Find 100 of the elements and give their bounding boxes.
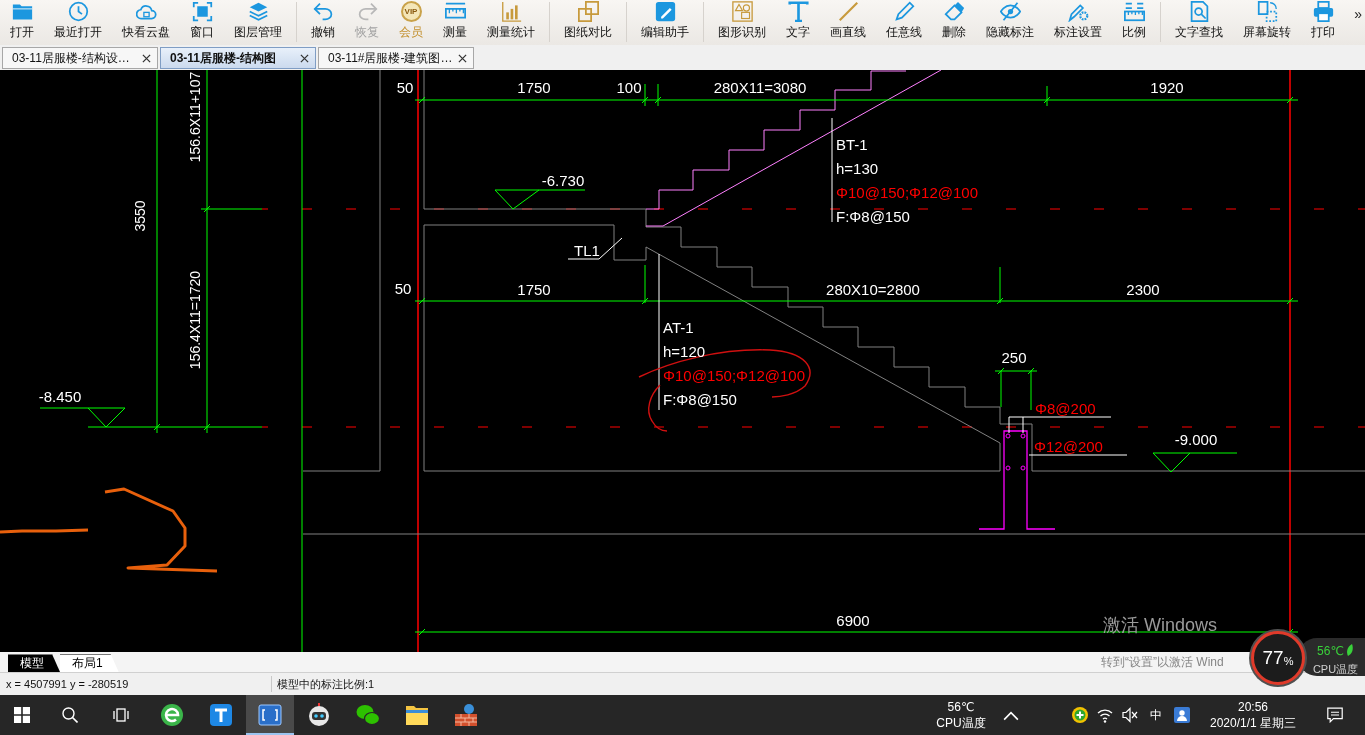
activation-title: 激活 Windows: [1103, 614, 1218, 636]
thickness-text: h=130: [836, 160, 879, 177]
wifi-icon[interactable]: [1097, 707, 1113, 723]
toolbar-button[interactable]: 打开: [0, 0, 44, 39]
document-tab[interactable]: 03-11居服楼-结构图: [160, 47, 316, 69]
layout-tab[interactable]: 布局1: [60, 654, 119, 672]
toolbar-button[interactable]: 标注设置: [1044, 0, 1112, 39]
toolbar-button[interactable]: 撤销: [301, 0, 345, 39]
redo-icon: [356, 1, 378, 22]
toolbar-button[interactable]: 隐藏标注: [976, 0, 1044, 39]
dimension-text: 6900: [836, 612, 870, 629]
temperature-text: 56℃: [947, 699, 975, 715]
input-method-text[interactable]: 中: [1150, 707, 1162, 723]
toolbar-button[interactable]: 最近打开: [44, 0, 112, 39]
ruler-icon: [444, 1, 466, 22]
beam-outline: [999, 406, 1033, 472]
user-icon[interactable]: [1174, 707, 1190, 723]
extension-line: [1046, 85, 1048, 107]
toolbar-button[interactable]: 画直线: [820, 0, 876, 39]
shapes-icon: [731, 1, 753, 22]
dimension-text: 156.4X11=1720: [187, 270, 203, 370]
document-tab[interactable]: 03-11#居服楼-建筑图…: [318, 47, 474, 69]
toolbar-button[interactable]: 任意线: [876, 0, 932, 39]
brick-wall-icon: [454, 703, 478, 727]
toolbar-button[interactable]: 窗口: [180, 0, 224, 39]
close-icon[interactable]: [300, 53, 309, 63]
extension-line: [644, 264, 646, 304]
rebar-text: Φ8@200: [1035, 400, 1096, 417]
pen-icon: [893, 1, 915, 22]
toolbar-button[interactable]: 屏幕旋转: [1233, 0, 1301, 39]
dimension-line: [994, 367, 1038, 375]
leader-line: [567, 237, 623, 260]
printer-icon: [1312, 1, 1334, 22]
toolbar-button[interactable]: 测量统计: [477, 0, 545, 39]
bracket-tile-icon: [258, 703, 282, 727]
pen-tile-icon: [654, 1, 676, 22]
extension-line: [200, 208, 263, 210]
toolbar-button[interactable]: 快看云盘: [112, 0, 180, 39]
chat-bubbles-icon: [356, 703, 380, 727]
activation-hint: 转到“设置”以激活 Wind: [1101, 655, 1224, 669]
toolbar-button[interactable]: 测量: [433, 0, 477, 39]
layers-icon: [247, 1, 269, 22]
dimension-text: 1920: [1150, 79, 1184, 96]
start-icon[interactable]: [14, 707, 30, 723]
toolbar-button[interactable]: 文字: [776, 0, 820, 39]
toolbar-button[interactable]: VIP 会员: [389, 0, 433, 39]
notification-icon[interactable]: [1327, 707, 1343, 723]
overflow-button[interactable]: »: [1351, 0, 1365, 22]
toolbar-button[interactable]: 编辑助手: [631, 0, 699, 39]
coordinates-text: x = 4507991 y = -280519: [0, 675, 272, 693]
toolbar-button[interactable]: 打印: [1301, 0, 1345, 39]
scale-text: 模型中的标注比例:1: [276, 676, 375, 692]
elevation-text: -6.730: [541, 172, 585, 189]
document-search-icon: [1188, 1, 1210, 22]
dimension-text: 100: [616, 79, 642, 96]
vip-badge: VIP: [400, 1, 422, 22]
extension-line: [644, 83, 646, 107]
rebar-text: Φ10@150;Φ12@100: [663, 367, 805, 384]
clock-icon: [67, 1, 89, 22]
date-text[interactable]: 2020/1/1 星期三: [1209, 715, 1296, 731]
dimension-text: 50: [396, 79, 414, 96]
task-view-icon[interactable]: [113, 707, 129, 723]
toolbar-button[interactable]: 比例: [1112, 0, 1156, 39]
close-icon[interactable]: [458, 53, 467, 63]
extension-line: [1000, 370, 1002, 408]
toolbar-button[interactable]: 删除: [932, 0, 976, 39]
muted-speaker-icon[interactable]: [1122, 707, 1138, 723]
temperature-text: 56℃: [1317, 644, 1344, 658]
time-text[interactable]: 20:56: [1238, 699, 1268, 715]
dimension-text: 1750: [517, 79, 551, 96]
elevation-text: -8.450: [38, 388, 82, 405]
dimension-text: 1750: [517, 281, 551, 298]
rebar-text: Φ10@150;Φ12@100: [836, 184, 978, 201]
extension-line: [657, 83, 659, 107]
dimension-text: 156.6X11+107: [187, 71, 203, 163]
plus-circle-icon[interactable]: [1072, 707, 1088, 723]
dimension-text: 3550: [132, 200, 148, 232]
toolbar-button[interactable]: 文字查找: [1165, 0, 1233, 39]
toolbar-button[interactable]: 图层管理: [224, 0, 292, 39]
diagonal-line-icon: [837, 1, 859, 22]
taskbar-app-button[interactable]: [246, 695, 294, 735]
rotate-document-icon: [1256, 1, 1278, 22]
robot-icon: [307, 703, 331, 727]
extension-line: [1030, 370, 1032, 411]
close-icon[interactable]: [142, 53, 151, 63]
t-tile-icon: [209, 703, 233, 727]
swirl-circle-icon: [160, 703, 184, 727]
extension-line: [999, 266, 1001, 304]
layout-tab[interactable]: 模型: [8, 654, 60, 672]
leaf-icon: [1345, 644, 1354, 656]
search-icon[interactable]: [62, 707, 78, 723]
document-tab[interactable]: 03-11居服楼-结构设…: [2, 47, 158, 69]
frame-icon: [191, 1, 213, 22]
rebar-text: Φ12@200: [1034, 438, 1103, 455]
toolbar-button[interactable]: 图纸对比: [554, 0, 622, 39]
toolbar-button[interactable]: 图形识别: [708, 0, 776, 39]
letter-t-icon: [787, 1, 809, 22]
overlapping-squares-icon: [577, 1, 599, 22]
bar-chart-icon: [500, 1, 522, 22]
cpu-label: CPU温度: [1312, 662, 1359, 676]
